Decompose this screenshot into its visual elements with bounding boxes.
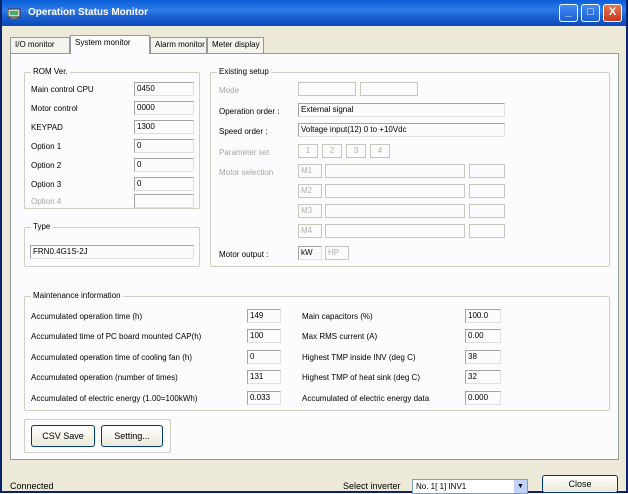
motor-output-label: Motor output : [219,250,269,259]
connection-status: Connected [10,481,54,491]
tab-meter-display[interactable]: Meter display [207,37,264,53]
option2-value: 0 [134,158,194,172]
motor-m3-button[interactable]: M3 [298,204,322,218]
maint-left-value-4: 0.033 [247,391,281,405]
tab-label: I/O monitor [15,40,55,49]
mode-label: Mode [219,86,240,95]
maint-right-value-0: 100.0 [465,309,501,323]
maint-left-label-2: Accumulated operation time of cooling fa… [31,353,192,362]
motor-m2-field [325,184,465,198]
motor-output-kw[interactable]: kW [298,246,322,260]
main-cpu-value: 0450 [134,82,194,96]
motor-control-label: Motor control [31,104,78,113]
csv-save-button[interactable]: CSV Save [31,425,95,447]
speed-order-value: Voltage input(12) 0 to +10Vdc [298,123,505,137]
speed-order-label: Speed order : [219,127,268,136]
motor-m2-button[interactable]: M2 [298,184,322,198]
type-legend: Type [31,222,53,232]
maintenance-legend: Maintenance information [31,291,123,301]
option1-value: 0 [134,139,194,153]
main-window: Operation Status Monitor _ □ X I/O monit… [0,0,628,494]
motor-m1-extra [469,164,505,178]
close-window-button[interactable]: X [603,4,622,22]
option1-label: Option 1 [31,142,62,151]
maint-left-value-1: 100 [247,329,281,343]
motor-output-hp[interactable]: HP [325,246,349,260]
button-group: CSV Save Setting... [24,419,171,453]
parameter-set-label: Parameter set [219,148,270,157]
type-value: FRN0.4G1S-2J [30,245,194,259]
motor-m2-extra [469,184,505,198]
motor-m1-field [325,164,465,178]
operation-order-value: External signal [298,103,505,117]
tab-label: System monitor [75,38,131,47]
app-icon [8,8,21,19]
maint-left-value-2: 0 [247,350,281,364]
option4-label: Option 4 [31,197,62,206]
maint-left-label-0: Accumulated operation time (h) [31,312,143,321]
motor-m1-button[interactable]: M1 [298,164,322,178]
inverter-select[interactable]: No. 1[ 1] INV1 ▼ [412,479,528,494]
maint-right-value-1: 0.00 [465,329,501,343]
select-inverter-label: Select inverter [343,481,401,491]
motor-m3-field [325,204,465,218]
title-bar[interactable]: Operation Status Monitor _ □ X [2,0,626,26]
minimize-icon: _ [565,6,572,18]
maint-left-value-3: 131 [247,370,281,384]
existing-setup-legend: Existing setup [217,67,271,77]
maint-right-value-3: 32 [465,370,501,384]
rom-version-group: ROM Ver. Main control CPU 0450 Motor con… [24,67,200,209]
close-button[interactable]: Close [542,475,618,493]
motor-m3-extra [469,204,505,218]
tab-alarm-monitor[interactable]: Alarm monitor [150,37,207,53]
mode-field-1 [298,82,356,96]
maint-right-label-2: Highest TMP inside INV (deg C) [302,353,416,362]
maint-right-label-4: Accumulated of electric energy data [302,394,430,403]
mode-field-2 [360,82,418,96]
maint-right-label-3: Highest TMP of heat sink (deg C) [302,373,420,382]
rom-version-legend: ROM Ver. [31,67,70,77]
maximize-icon: □ [587,6,594,18]
maint-left-label-4: Accumulated of electric energy (1.00=100… [31,394,198,403]
maint-right-label-1: Max RMS current (A) [302,332,378,341]
operation-order-label: Operation order : [219,107,280,116]
chevron-down-icon[interactable]: ▼ [514,480,527,493]
main-cpu-label: Main control CPU [31,85,94,94]
maint-right-value-2: 38 [465,350,501,364]
maint-left-value-0: 149 [247,309,281,323]
motor-selection-label: Motor selection [219,168,274,177]
option3-value: 0 [134,177,194,191]
maintenance-group: Maintenance information Accumulated oper… [24,291,610,411]
maint-right-label-0: Main capacitors (%) [302,312,373,321]
tab-label: Meter display [212,40,260,49]
parameter-set-3[interactable]: 3 [346,144,366,158]
motor-m4-button[interactable]: M4 [298,224,322,238]
maint-right-value-4: 0.000 [465,391,501,405]
minimize-button[interactable]: _ [559,4,578,22]
maximize-button[interactable]: □ [581,4,600,22]
maint-left-label-1: Accumulated time of PC board mounted CAP… [31,332,202,341]
tab-label: Alarm monitor [155,40,205,49]
close-icon: X [608,6,617,18]
option2-label: Option 2 [31,161,62,170]
parameter-set-4[interactable]: 4 [370,144,390,158]
existing-setup-group: Existing setup Mode Operation order : Ex… [210,67,610,267]
option4-value [134,194,194,208]
keypad-label: KEYPAD [31,123,63,132]
keypad-value: 1300 [134,120,194,134]
option3-label: Option 3 [31,180,62,189]
motor-m4-field [325,224,465,238]
maint-left-label-3: Accumulated operation (number of times) [31,373,178,382]
window-title: Operation Status Monitor [28,7,148,18]
type-group: Type FRN0.4G1S-2J [24,222,200,267]
inverter-select-value: No. 1[ 1] INV1 [416,482,467,491]
tab-io-monitor[interactable]: I/O monitor [10,37,70,53]
tab-system-monitor[interactable]: System monitor [70,35,150,54]
parameter-set-2[interactable]: 2 [322,144,342,158]
setting-button[interactable]: Setting... [101,425,163,447]
motor-control-value: 0000 [134,101,194,115]
motor-m4-extra [469,224,505,238]
parameter-set-1[interactable]: 1 [298,144,318,158]
system-monitor-panel: ROM Ver. Main control CPU 0450 Motor con… [10,53,619,460]
